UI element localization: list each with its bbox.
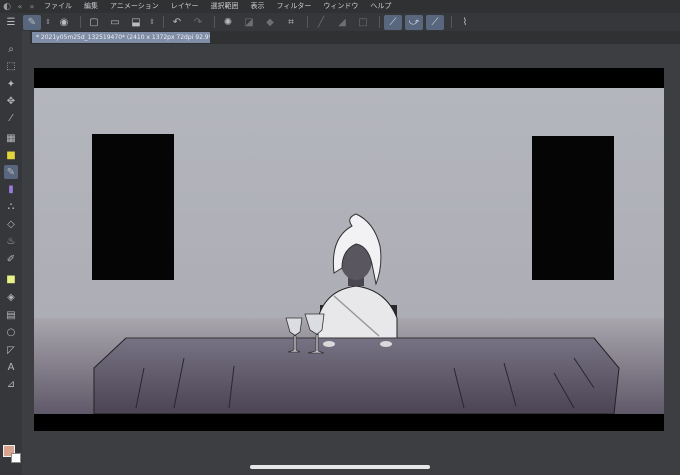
- gradient-tool-icon[interactable]: ▤: [4, 308, 18, 322]
- menu-window[interactable]: ウィンドウ: [317, 0, 364, 13]
- menu-layer[interactable]: レイヤー: [165, 0, 205, 13]
- pen-icon[interactable]: ✎: [4, 165, 18, 179]
- auto-select-icon[interactable]: ✦: [4, 77, 18, 91]
- home-indicator[interactable]: [250, 465, 430, 469]
- square-icon[interactable]: □: [354, 15, 372, 30]
- menu-edit[interactable]: 編集: [78, 0, 104, 13]
- texture-icon[interactable]: ▦: [4, 131, 18, 145]
- canvas-area[interactable]: [22, 44, 680, 475]
- correction-icon[interactable]: ⊿: [4, 377, 18, 391]
- color-square-icon[interactable]: ■: [4, 272, 18, 286]
- menu-bar: ◐ « » ファイル 編集 アニメーション レイヤー 選択範囲 表示 フィルター…: [0, 0, 680, 13]
- sub-color-chip[interactable]: [11, 453, 21, 463]
- text-icon[interactable]: A: [4, 360, 18, 374]
- collapse-right-icon[interactable]: »: [26, 2, 38, 11]
- ruler-snap-icon[interactable]: ⌇: [456, 15, 474, 30]
- divider: [379, 16, 380, 28]
- blend-icon[interactable]: ♨: [4, 234, 18, 248]
- yellow-brush-icon[interactable]: ■: [4, 148, 18, 162]
- curve-icon[interactable]: ⤻: [405, 14, 423, 30]
- menu-view[interactable]: 表示: [245, 0, 271, 13]
- edit-layer-icon[interactable]: ✎: [23, 14, 41, 30]
- zoom-icon[interactable]: ⌕: [4, 42, 18, 56]
- menu-animation[interactable]: アニメーション: [104, 0, 165, 13]
- collapse-left-icon[interactable]: «: [14, 2, 26, 11]
- redo-icon[interactable]: ↷: [189, 15, 207, 30]
- menu-filter[interactable]: フィルター: [271, 0, 318, 13]
- menu-file[interactable]: ファイル: [38, 0, 78, 13]
- record-icon[interactable]: ◉: [55, 15, 73, 30]
- document-tab[interactable]: * 2021y05m25d_132519470* (2410 x 1372px …: [32, 32, 210, 43]
- command-bar: ☰ ✎ ⇕ ◉ ▢ ▭ ⬓ ⇕ ↶ ↷ ✺ ◪ ◆ ⌗ ╱ ◢ □ ⟋ ⤻ ⟋ …: [0, 13, 680, 31]
- undo-icon[interactable]: ↶: [168, 15, 186, 30]
- divider: [163, 16, 164, 28]
- new-file-icon[interactable]: ▢: [85, 15, 103, 30]
- divider: [80, 16, 81, 28]
- save-spinner-icon[interactable]: ⇕: [148, 15, 156, 30]
- tool-palette: ⌕ ⬚ ✦ ✥ ⁄ ▦ ■ ✎ ▮ ⛬ ◇ ♨ ✐ ■ ◈ ▤ ○ ◸ A ⊿: [0, 31, 22, 475]
- clip-studio-window: ◐ « » ファイル 編集 アニメーション レイヤー 選択範囲 表示 フィルター…: [0, 0, 680, 475]
- fill-icon[interactable]: ◪: [240, 15, 258, 30]
- menu-help[interactable]: ヘルプ: [364, 0, 397, 13]
- brush-icon[interactable]: ✐: [4, 252, 18, 266]
- move-icon[interactable]: ✥: [4, 94, 18, 108]
- shape-icon[interactable]: ○: [4, 325, 18, 339]
- pressure-line-icon[interactable]: ⟋: [426, 14, 444, 30]
- artwork-canvas[interactable]: [34, 68, 664, 431]
- crop-icon[interactable]: ⌗: [282, 15, 300, 30]
- purple-brush-icon[interactable]: ▮: [4, 182, 18, 196]
- document-tab-bar: * 2021y05m25d_132519470* (2410 x 1372px …: [30, 31, 680, 44]
- divider: [214, 16, 215, 28]
- save-icon[interactable]: ⬓: [127, 15, 145, 30]
- divider: [307, 16, 308, 28]
- clear-icon[interactable]: ✺: [219, 15, 237, 30]
- menu-selection[interactable]: 選択範囲: [205, 0, 245, 13]
- color-icon[interactable]: ◆: [261, 15, 279, 30]
- divider: [451, 16, 452, 28]
- select-icon[interactable]: ⬚: [4, 59, 18, 73]
- spinner-icon[interactable]: ⇕: [44, 15, 52, 30]
- menu-icon[interactable]: ☰: [2, 15, 20, 30]
- stabilize-line-icon[interactable]: ⟋: [384, 14, 402, 30]
- diagonal-icon[interactable]: ╱: [312, 15, 330, 30]
- fill-bucket-icon[interactable]: ◈: [4, 290, 18, 304]
- eraser-icon[interactable]: ◇: [4, 217, 18, 231]
- artwork-illustration: [34, 68, 664, 431]
- open-folder-icon[interactable]: ▭: [106, 15, 124, 30]
- app-logo-icon[interactable]: ◐: [0, 0, 14, 13]
- eyedropper-icon[interactable]: ⁄: [4, 111, 18, 125]
- spray-icon[interactable]: ⛬: [4, 199, 18, 213]
- frame-icon[interactable]: ◸: [4, 343, 18, 357]
- gradient-icon[interactable]: ◢: [333, 15, 351, 30]
